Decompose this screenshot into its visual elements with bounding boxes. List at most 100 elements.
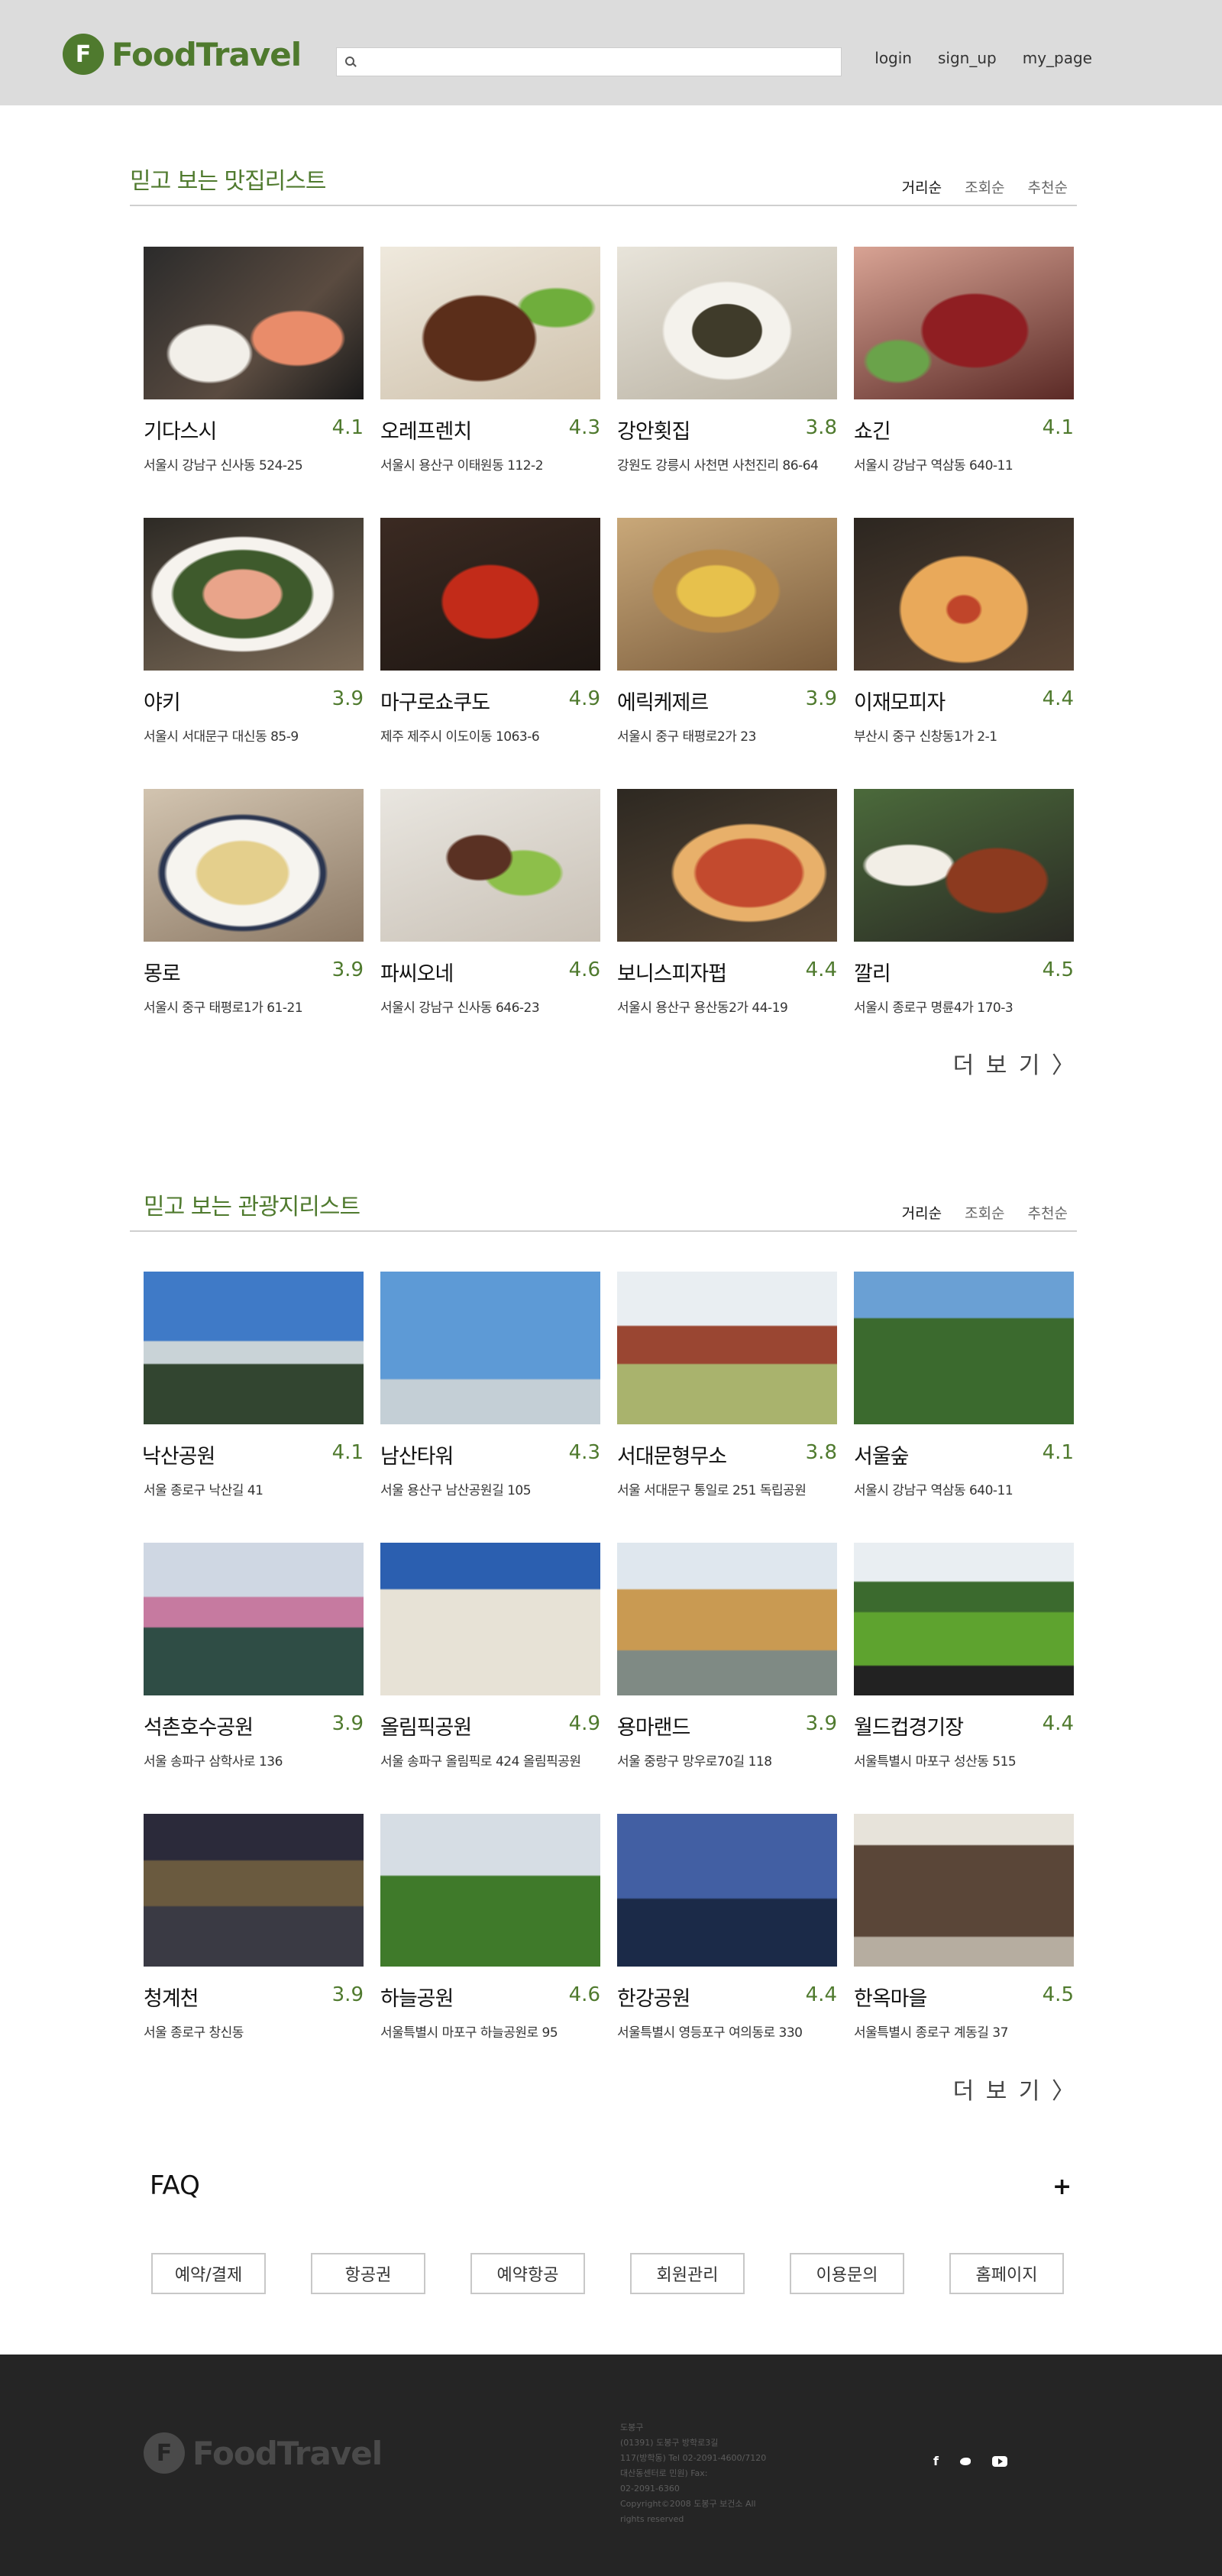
restaurant-photo[interactable]	[144, 247, 364, 399]
restaurant-card[interactable]: 보니스피자펍 4.4 서울시 용산구 용산동2가 44-19	[617, 789, 837, 1041]
site-logo[interactable]: F FoodTravel	[63, 34, 302, 75]
attraction-card[interactable]: 서울숲 4.1 서울시 강남구 역삼동 640-11	[854, 1272, 1074, 1524]
card-name[interactable]: 보니스피자펍	[617, 957, 727, 987]
sort-distance[interactable]: 거리순	[902, 1202, 942, 1223]
sort-views[interactable]: 조회순	[965, 1202, 1004, 1223]
restaurant-photo[interactable]	[617, 247, 837, 399]
sort-distance[interactable]: 거리순	[902, 176, 942, 197]
restaurant-photo[interactable]	[144, 518, 364, 671]
restaurant-card[interactable]: 기다스시 4.1 서울시 강남구 신사동 524-25	[144, 247, 364, 499]
card-name[interactable]: 올림픽공원	[380, 1711, 472, 1740]
attraction-photo[interactable]	[144, 1543, 364, 1695]
restaurant-card[interactable]: 몽로 3.9 서울시 중구 태평로1가 61-21	[144, 789, 364, 1041]
restaurant-photo[interactable]	[617, 518, 837, 671]
attraction-card[interactable]: 한강공원 4.4 서울특별시 영등포구 여의동로 330	[617, 1814, 837, 2066]
restaurant-card[interactable]: 강안횟집 3.8 강원도 강릉시 사천면 사천진리 86-64	[617, 247, 837, 499]
attraction-card[interactable]: 올림픽공원 4.9 서울 송파구 올림픽로 424 올림픽공원	[380, 1543, 600, 1795]
attraction-photo[interactable]	[144, 1814, 364, 1967]
card-name[interactable]: 남산타워	[380, 1440, 454, 1469]
twitter-icon[interactable]	[959, 2456, 972, 2467]
attraction-card[interactable]: 석촌호수공원 3.9 서울 송파구 삼학사로 136	[144, 1543, 364, 1795]
faq-button-booking-flight[interactable]: 예약항공	[470, 2253, 585, 2294]
restaurant-photo[interactable]	[380, 247, 600, 399]
sign-up-link[interactable]: sign_up	[938, 49, 997, 67]
restaurant-photo[interactable]	[380, 789, 600, 942]
card-name[interactable]: 깔리	[854, 957, 891, 987]
card-name[interactable]: 하늘공원	[380, 1982, 454, 2012]
restaurant-card[interactable]: 깔리 4.5 서울시 종로구 명륜4가 170-3	[854, 789, 1074, 1041]
my-page-link[interactable]: my_page	[1023, 49, 1092, 67]
card-name[interactable]: 몽로	[144, 957, 181, 987]
restaurant-card[interactable]: 이재모피자 4.4 부산시 중구 신창동1가 2-1	[854, 518, 1074, 770]
footer-info-line: 대산동센터로 민원) Fax:	[620, 2468, 708, 2478]
attraction-photo[interactable]	[380, 1543, 600, 1695]
restaurant-photo[interactable]	[854, 789, 1074, 942]
card-name[interactable]: 석촌호수공원	[144, 1711, 254, 1740]
faq-expand-icon[interactable]: +	[1052, 2174, 1072, 2200]
attraction-card[interactable]: 한옥마을 4.5 서울특별시 종로구 계동길 37	[854, 1814, 1074, 2066]
facebook-icon[interactable]: f	[933, 2454, 939, 2468]
restaurant-photo[interactable]	[380, 518, 600, 671]
card-name[interactable]: 마구로쇼쿠도	[380, 686, 490, 716]
sort-views[interactable]: 조회순	[965, 176, 1004, 197]
card-name[interactable]: 청계천	[144, 1982, 199, 2012]
search-box[interactable]	[336, 47, 842, 76]
card-name[interactable]: 야키	[144, 686, 181, 716]
card-name[interactable]: 한강공원	[617, 1982, 690, 2012]
card-name[interactable]: 서울숲	[854, 1440, 910, 1469]
attraction-photo[interactable]	[854, 1543, 1074, 1695]
attraction-card[interactable]: 용마랜드 3.9 서울 중랑구 망우로70길 118	[617, 1543, 837, 1795]
attraction-photo[interactable]	[617, 1814, 837, 1967]
attraction-card[interactable]: 월드컵경기장 4.4 서울특별시 마포구 성산동 515	[854, 1543, 1074, 1795]
faq-button-inquiry[interactable]: 이용문의	[790, 2253, 904, 2294]
card-name[interactable]: 쇼긴	[854, 415, 891, 444]
faq-button-homepage[interactable]: 홈페이지	[949, 2253, 1064, 2294]
restaurant-photo[interactable]	[854, 518, 1074, 671]
restaurant-card[interactable]: 파씨오네 4.6 서울시 강남구 신사동 646-23	[380, 789, 600, 1041]
faq-button-membership[interactable]: 회원관리	[630, 2253, 745, 2294]
attraction-more-link[interactable]: 더 보 기 〉	[953, 2072, 1077, 2106]
search-icon[interactable]	[344, 56, 357, 68]
attraction-card[interactable]: 서대문형무소 3.8 서울 서대문구 통일로 251 독립공원	[617, 1272, 837, 1524]
restaurant-card[interactable]: 쇼긴 4.1 서울시 강남구 역삼동 640-11	[854, 247, 1074, 499]
card-name[interactable]: 기다스시	[144, 415, 217, 444]
attraction-photo[interactable]	[144, 1272, 364, 1424]
sort-recommend[interactable]: 추천순	[1028, 176, 1068, 197]
attraction-photo[interactable]	[617, 1543, 837, 1695]
card-name[interactable]: 파씨오네	[380, 957, 454, 987]
card-name[interactable]: 용마랜드	[617, 1711, 690, 1740]
restaurant-card[interactable]: 마구로쇼쿠도 4.9 제주 제주시 이도이동 1063-6	[380, 518, 600, 770]
restaurant-photo[interactable]	[854, 247, 1074, 399]
search-input[interactable]	[363, 48, 841, 76]
restaurant-photo[interactable]	[617, 789, 837, 942]
restaurant-card[interactable]: 오레프렌치 4.3 서울시 용산구 이태원동 112-2	[380, 247, 600, 499]
card-name[interactable]: 오레프렌치	[380, 415, 472, 444]
card-address: 서울특별시 마포구 성산동 515	[854, 1754, 1017, 1770]
card-name[interactable]: 낙산공원	[142, 1440, 215, 1469]
restaurant-card[interactable]: 에릭케제르 3.9 서울시 중구 태평로2가 23	[617, 518, 837, 770]
card-name[interactable]: 월드컵경기장	[854, 1711, 964, 1740]
attraction-photo[interactable]	[854, 1814, 1074, 1967]
sort-recommend[interactable]: 추천순	[1028, 1202, 1068, 1223]
footer-logo[interactable]: F FoodTravel	[144, 2432, 383, 2474]
restaurant-photo[interactable]	[144, 789, 364, 942]
card-name[interactable]: 이재모피자	[854, 686, 946, 716]
attraction-card[interactable]: 하늘공원 4.6 서울특별시 마포구 하늘공원로 95	[380, 1814, 600, 2066]
card-name[interactable]: 한옥마을	[854, 1982, 927, 2012]
faq-button-flight[interactable]: 항공권	[311, 2253, 425, 2294]
card-name[interactable]: 서대문형무소	[617, 1440, 727, 1469]
login-link[interactable]: login	[874, 49, 912, 67]
attraction-card[interactable]: 청계천 3.9 서울 종로구 창신동	[144, 1814, 364, 2066]
attraction-photo[interactable]	[854, 1272, 1074, 1424]
restaurant-card[interactable]: 야키 3.9 서울시 서대문구 대신동 85-9	[144, 518, 364, 770]
attraction-photo[interactable]	[380, 1272, 600, 1424]
card-name[interactable]: 강안횟집	[617, 415, 690, 444]
attraction-photo[interactable]	[617, 1272, 837, 1424]
attraction-photo[interactable]	[380, 1814, 600, 1967]
card-name[interactable]: 에릭케제르	[617, 686, 709, 716]
restaurant-more-link[interactable]: 더 보 기 〉	[953, 1046, 1077, 1080]
attraction-card[interactable]: 남산타워 4.3 서울 용산구 남산공원길 105	[380, 1272, 600, 1524]
attraction-card[interactable]: 낙산공원 4.1 서울 종로구 낙산길 41	[142, 1272, 364, 1524]
youtube-icon[interactable]	[991, 2455, 1007, 2467]
faq-button-reservation[interactable]: 예약/결제	[151, 2253, 266, 2294]
